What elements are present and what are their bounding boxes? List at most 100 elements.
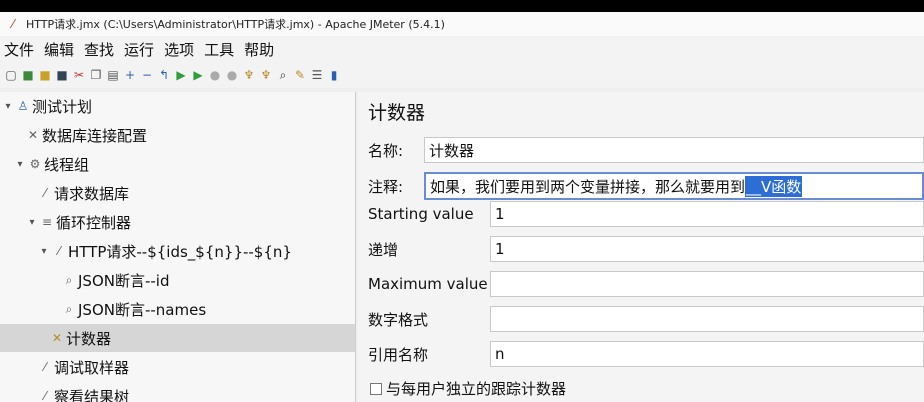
templates-icon[interactable]: ■	[21, 68, 35, 82]
window-title: HTTP请求.jmx (C:\Users\Administrator\HTTP请…	[26, 18, 445, 31]
tree-node-counter[interactable]: ✕ 计数器	[0, 324, 355, 352]
magnifier-icon: ⌕	[65, 301, 73, 316]
stop-icon[interactable]: ●	[208, 68, 222, 82]
reference-name-row: 引用名称	[368, 340, 428, 368]
pipette-icon: ⁄	[43, 186, 46, 200]
wrench-icon: ✕	[27, 128, 39, 142]
number-format-label: 数字格式	[368, 310, 429, 329]
clear-all-icon[interactable]: ♆	[259, 68, 273, 82]
starting-value-row: Starting value	[368, 200, 474, 228]
tree-node-label: 请求数据库	[54, 184, 130, 203]
tree-node-request-db[interactable]: ⁄ 请求数据库	[38, 179, 129, 207]
copy-icon[interactable]: ❐	[89, 68, 103, 82]
starting-value-field[interactable]: 1	[490, 201, 924, 227]
tree-node-label: JSON断言--names	[78, 300, 207, 319]
start-icon[interactable]: ▶	[174, 68, 188, 82]
reference-name-value: n	[495, 345, 505, 363]
tree-node-label: 察看结果树	[54, 387, 130, 402]
jmeter-window: ⁄ HTTP请求.jmx (C:\Users\Administrator\HTT…	[0, 12, 924, 402]
track-per-user-label: 与每用户独立的跟踪计数器	[386, 380, 567, 398]
increment-row: 递增	[368, 235, 398, 263]
function-helper-icon[interactable]: ☰	[310, 68, 324, 82]
reference-name-label: 引用名称	[368, 345, 429, 364]
tree-node-test-plan[interactable]: ▾ ♙ 测试计划	[2, 92, 92, 120]
counter-config-panel: 计数器 名称: 计数器 注释: 如果，我们要用到两个变量拼接，那么就要用到 __V…	[358, 92, 924, 402]
pipette-icon: ⁄	[57, 244, 60, 258]
maximum-value-row: Maximum value	[368, 270, 488, 298]
tree-node-label: HTTP请求--${ids_${n}}--${n}	[68, 242, 292, 261]
menu-edit[interactable]: 编辑	[39, 39, 79, 60]
tree-node-thread-group[interactable]: ▾ ⚙ 线程组	[14, 150, 89, 178]
paste-icon[interactable]: ▤	[106, 68, 120, 82]
toggle-icon[interactable]: ↰	[157, 68, 171, 82]
tree-node-http-request[interactable]: ▾ ⁄ HTTP请求--${ids_${n}}--${n}	[38, 237, 292, 265]
cut-icon[interactable]: ✂	[72, 68, 86, 82]
save-icon[interactable]: ■	[55, 68, 69, 82]
tree-node-label: 调试取样器	[54, 358, 130, 377]
starting-value: 1	[495, 205, 505, 223]
expand-toggle-icon[interactable]: ▾	[14, 159, 26, 170]
expand-icon[interactable]: +	[123, 68, 137, 82]
tree-node-results-tree[interactable]: ⁄ 察看结果树	[38, 382, 129, 402]
test-plan-tree: ▾ ♙ 测试计划 ✕ 数据库连接配置 ▾ ⚙ 线程组 ⁄ 请求数据库 ▾ ≡ 循…	[0, 92, 356, 402]
tree-node-debug-sampler[interactable]: ⁄ 调试取样器	[38, 353, 129, 381]
expand-toggle-icon[interactable]: ▾	[26, 217, 38, 228]
loop-icon: ≡	[41, 215, 53, 229]
gear-icon: ⚙	[29, 157, 41, 171]
tree-node-label: JSON断言--id	[78, 271, 170, 290]
tree-node-label: 线程组	[44, 155, 90, 174]
tree-node-label: 循环控制器	[56, 213, 132, 232]
menu-search[interactable]: 查找	[79, 39, 119, 60]
menu-bar: 文件 编辑 查找 运行 选项 工具 帮助	[0, 36, 924, 62]
starting-value-label: Starting value	[368, 205, 474, 223]
wrench-icon: ✕	[51, 331, 63, 345]
maximum-value-label: Maximum value	[368, 275, 488, 293]
menu-options[interactable]: 选项	[159, 39, 199, 60]
tree-node-label: 数据库连接配置	[42, 126, 148, 145]
menu-tools[interactable]: 工具	[199, 39, 239, 60]
open-icon[interactable]: ■	[38, 68, 52, 82]
name-value: 计数器	[429, 141, 475, 160]
tree-node-db-config[interactable]: ✕ 数据库连接配置	[26, 121, 147, 149]
jmeter-feather-icon: ⁄	[11, 17, 14, 31]
tree-node-json-assert-names[interactable]: ⌕ JSON断言--names	[62, 295, 207, 323]
menu-file[interactable]: 文件	[0, 39, 39, 60]
comment-row: 注释:	[368, 172, 403, 200]
comment-label: 注释:	[368, 177, 404, 196]
pipette-icon: ⁄	[43, 360, 46, 374]
checkbox-box[interactable]	[370, 382, 382, 395]
increment-label: 递增	[368, 240, 399, 259]
tree-node-label: 计数器	[66, 329, 112, 348]
start-no-pause-icon[interactable]: ▶	[191, 68, 205, 82]
comment-field[interactable]: 如果，我们要用到两个变量拼接，那么就要用到 __V函数	[424, 172, 924, 200]
tree-node-loop-controller[interactable]: ▾ ≡ 循环控制器	[26, 208, 131, 236]
expand-toggle-icon[interactable]: ▾	[2, 101, 14, 112]
menu-help[interactable]: 帮助	[239, 39, 279, 60]
tree-node-json-assert-id[interactable]: ⌕ JSON断言--id	[62, 266, 170, 294]
track-per-user-checkbox[interactable]: 与每用户独立的跟踪计数器	[370, 378, 566, 399]
increment-field[interactable]: 1	[490, 236, 924, 262]
comment-text: 如果，我们要用到两个变量拼接，那么就要用到	[430, 177, 746, 196]
comment-selection: __V函数	[745, 175, 803, 197]
help-book-icon[interactable]: ▮	[327, 68, 341, 82]
increment-value: 1	[495, 240, 505, 258]
name-row: 名称:	[368, 136, 403, 164]
flask-icon: ♙	[17, 99, 29, 113]
maximum-value-field[interactable]	[490, 271, 924, 297]
shutdown-icon[interactable]: ●	[225, 68, 239, 82]
page-title: 计数器	[368, 102, 426, 124]
title-bar: ⁄ HTTP请求.jmx (C:\Users\Administrator\HTT…	[0, 12, 924, 36]
number-format-field[interactable]	[490, 306, 924, 332]
collapse-icon[interactable]: −	[140, 68, 154, 82]
menu-run[interactable]: 运行	[119, 39, 159, 60]
search-binoculars-icon[interactable]: ⌕	[276, 68, 290, 82]
name-field[interactable]: 计数器	[424, 137, 924, 163]
reset-search-icon[interactable]: ✎	[293, 68, 307, 82]
magnifier-icon: ⌕	[65, 272, 73, 287]
new-icon[interactable]: ▢	[4, 68, 18, 82]
name-label: 名称:	[368, 141, 404, 160]
clear-icon[interactable]: ♆	[242, 68, 256, 82]
expand-toggle-icon[interactable]: ▾	[38, 246, 50, 257]
toolbar: ▢ ■ ■ ■ ✂ ❐ ▤ + − ↰ ▶ ▶ ● ● ♆ ♆ ⌕ ✎ ☰ ▮	[0, 62, 924, 88]
reference-name-field[interactable]: n	[490, 341, 924, 367]
